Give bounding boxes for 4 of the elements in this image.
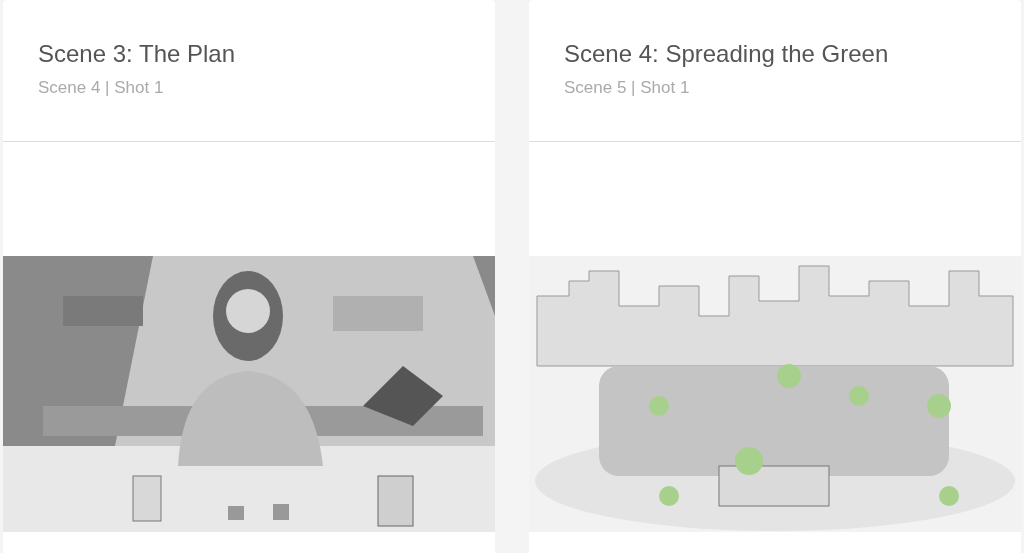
card-subtitle: Scene 4 | Shot 1	[38, 78, 165, 98]
card-title: Scene 4: Spreading the Green	[564, 40, 890, 68]
card-title: Scene 3: The Plan	[38, 40, 237, 68]
card-subtitle: Scene 5 | Shot 1	[564, 78, 691, 98]
